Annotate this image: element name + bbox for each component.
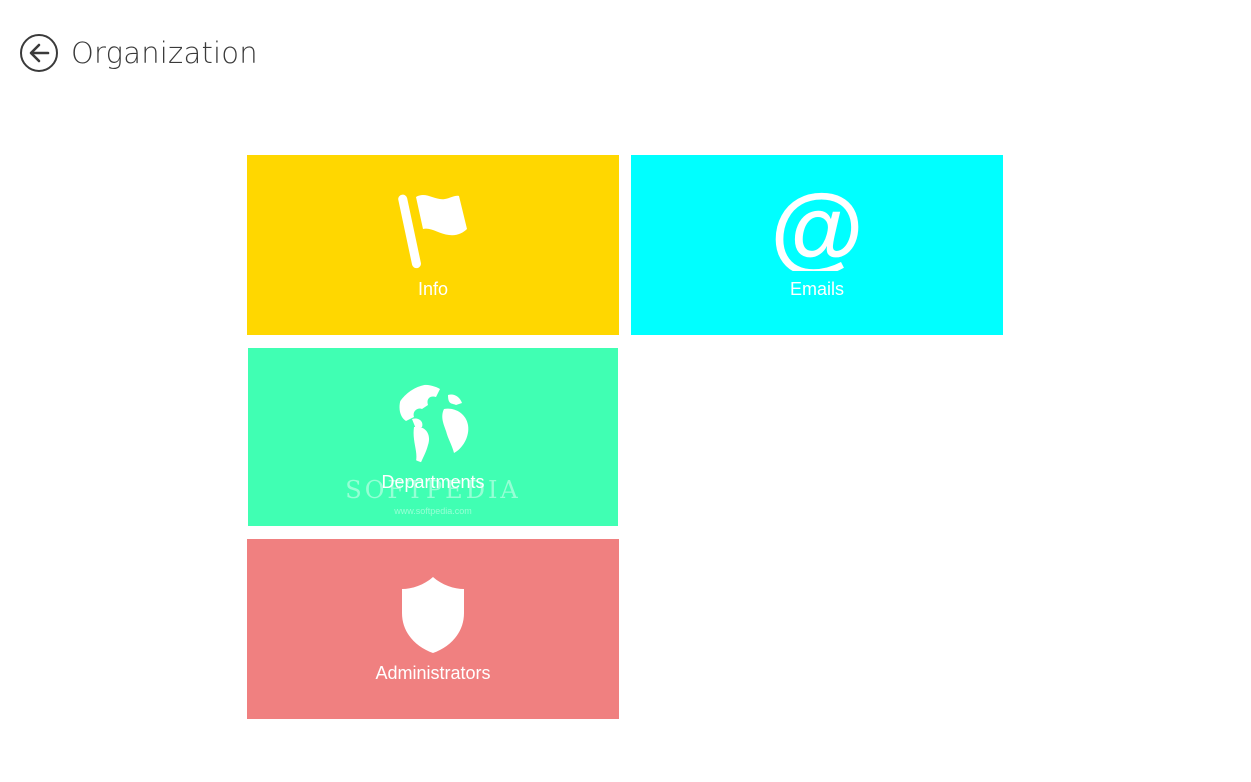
- back-button[interactable]: [20, 34, 58, 72]
- svg-text:@: @: [775, 191, 859, 271]
- globe-icon: [399, 384, 469, 464]
- shield-icon: [402, 577, 464, 653]
- departments-label: Departments: [381, 472, 485, 492]
- emails-label: Emails: [789, 279, 844, 299]
- arrow-left-icon: [29, 43, 50, 63]
- info-tile[interactable]: Info: [247, 155, 619, 335]
- at-sign-icon: @: [775, 191, 859, 271]
- departments-tile[interactable]: Departments SOFTPEDIA www.softpedia.com: [248, 348, 618, 526]
- emails-tile[interactable]: @ Emails: [631, 155, 1003, 335]
- administrators-label: Administrators: [375, 663, 491, 683]
- info-label: Info: [417, 279, 449, 299]
- administrators-tile[interactable]: Administrators: [247, 539, 619, 719]
- page-title: Organization: [71, 36, 258, 70]
- flag-icon: [398, 194, 467, 269]
- page-header: Organization: [20, 33, 258, 73]
